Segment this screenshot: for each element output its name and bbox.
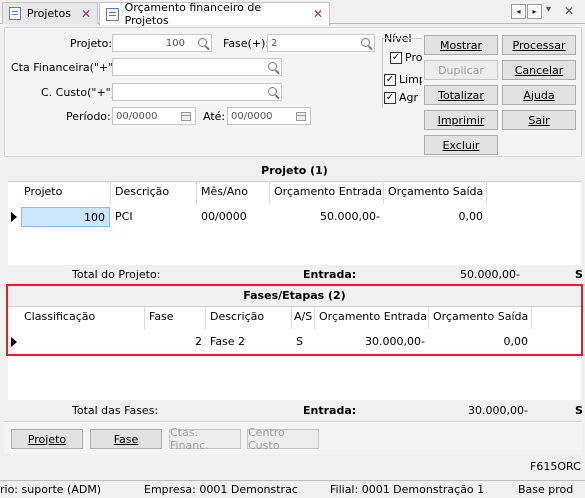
fases-trailing-label: S <box>575 404 583 417</box>
status-usuario: rio: suporte (ADM) <box>0 483 102 496</box>
periodo-value: 00/0000 <box>116 110 158 122</box>
tab-label: Projetos <box>26 7 71 20</box>
column-header[interactable]: Orçamento Entrada <box>270 182 384 204</box>
tab-prev-button[interactable]: ◂ <box>511 4 526 19</box>
periodo-input[interactable]: 00/0000 <box>112 107 196 125</box>
fase-input[interactable]: 2 <box>267 34 375 52</box>
tab-next-button[interactable]: ▸ <box>527 4 542 19</box>
centro-custo-input[interactable] <box>112 83 282 101</box>
status-bar: rio: suporte (ADM) Empresa: 0001 Demonst… <box>0 480 585 498</box>
agr-label: Agr <box>399 91 419 104</box>
limp-label: Limp <box>399 73 422 86</box>
column-header[interactable]: Orçamento Entrada <box>315 307 429 329</box>
column-header[interactable]: Mês/Ano <box>197 182 270 204</box>
descricao-cell[interactable]: PCI <box>111 207 197 227</box>
calendar-icon[interactable] <box>296 112 306 121</box>
classificacao-cell[interactable] <box>20 332 145 352</box>
column-header[interactable]: Classificação <box>20 307 145 329</box>
tab-projetos[interactable]: Projetos ✕ <box>2 2 98 24</box>
tab-label: Orçamento financeiro de Projetos <box>124 1 262 27</box>
cancelar-button[interactable]: Cancelar <box>502 60 576 80</box>
search-icon[interactable] <box>198 38 207 47</box>
projeto-trailing-label: S <box>575 268 583 281</box>
cta-financeira-input[interactable] <box>112 58 282 76</box>
search-icon[interactable] <box>268 87 277 96</box>
mostrar-button[interactable]: Mostrar <box>424 35 498 55</box>
status-empresa: Empresa: 0001 Demonstrac <box>144 483 298 496</box>
mes-ano-cell[interactable]: 00/0000 <box>197 207 270 227</box>
column-header[interactable]: Projeto <box>20 182 111 204</box>
pro-checkbox[interactable]: ✓ <box>390 52 402 64</box>
ajuda-button[interactable]: Ajuda <box>502 85 576 105</box>
check-options: ✓ Limp ✓ Agr <box>382 72 422 112</box>
descricao-cell[interactable]: Fase 2 <box>206 332 292 352</box>
status-base: Base prod <box>518 483 574 496</box>
entrada-cell[interactable]: 50.000,00- <box>270 207 384 227</box>
pro-label: Pro <box>405 51 422 64</box>
column-header[interactable]: Orçamento Saída <box>429 307 532 329</box>
close-icon[interactable]: ✕ <box>81 7 91 21</box>
imprimir-button[interactable]: Imprimir <box>424 110 498 130</box>
centro-custo-label: C. Custo("+"): <box>41 86 119 99</box>
fases-grid[interactable]: Classificação Fase Descrição A/S Orçamen… <box>8 306 581 400</box>
limp-checkbox[interactable]: ✓ <box>384 74 396 86</box>
fase-value: 2 <box>271 37 278 49</box>
periodo-label: Período: <box>66 110 111 123</box>
projeto-button[interactable]: Projeto <box>11 429 83 449</box>
processar-button[interactable]: Processar <box>502 35 576 55</box>
totalizar-button[interactable]: Totalizar <box>424 85 498 105</box>
search-icon[interactable] <box>361 38 370 47</box>
tab-strip: Projetos ✕ Orçamento financeiro de Proje… <box>0 0 585 27</box>
column-header[interactable]: A/S <box>292 307 315 329</box>
search-icon[interactable] <box>268 62 277 71</box>
status-filial: Filial: 0001 Demonstração 1 <box>330 483 485 496</box>
projeto-grid[interactable]: Projeto Descrição Mês/Ano Orçamento Entr… <box>8 181 581 265</box>
total-fases-label: Total das Fases: <box>72 404 159 417</box>
agr-checkbox[interactable]: ✓ <box>384 92 396 104</box>
tab-close-all-button[interactable]: ✕ <box>564 4 574 18</box>
projeto-label: Projeto: <box>70 37 113 50</box>
fases-entrada-label: Entrada: <box>303 404 357 417</box>
projeto-input[interactable]: 100 <box>112 34 212 52</box>
ate-input[interactable]: 00/0000 <box>227 107 311 125</box>
fases-entrada-total: 30.000,00- <box>468 404 528 417</box>
entrada-cell[interactable]: 30.000,00- <box>315 332 429 352</box>
column-header[interactable]: Orçamento Saída <box>384 182 487 204</box>
form-icon <box>9 7 21 20</box>
centro-custo-button[interactable]: Centro Custo <box>247 426 319 452</box>
saida-cell[interactable]: 0,00 <box>429 332 532 352</box>
tab-menu-button[interactable]: ▾ <box>546 4 551 15</box>
projeto-value: 100 <box>165 37 185 49</box>
column-header[interactable]: Descrição <box>206 307 292 329</box>
calendar-icon[interactable] <box>181 112 191 121</box>
row-pointer-icon <box>11 212 17 222</box>
saida-cell[interactable]: 0,00 <box>384 207 487 227</box>
form-icon <box>106 7 119 21</box>
projeto-entrada-total: 50.000,00- <box>460 268 520 281</box>
ate-value: 00/0000 <box>231 110 273 122</box>
ate-label: Até: <box>203 110 226 123</box>
tab-orcamento-financeiro[interactable]: Orçamento financeiro de Projetos ✕ <box>99 1 330 27</box>
projeto-entrada-label: Entrada: <box>303 268 357 281</box>
fase-button[interactable]: Fase <box>90 429 162 449</box>
duplicar-button[interactable]: Duplicar <box>424 60 498 80</box>
projeto-grid-title: Projeto (1) <box>8 161 581 179</box>
ctas-financ-button[interactable]: Ctas. Financ. <box>169 426 241 452</box>
fase-cell[interactable]: 2 <box>145 332 206 352</box>
column-header[interactable]: Fase <box>145 307 206 329</box>
close-icon[interactable]: ✕ <box>313 7 323 21</box>
total-projeto-label: Total do Projeto: <box>72 268 161 281</box>
screen-code: F615ORC <box>530 460 581 473</box>
row-pointer-icon <box>11 337 17 347</box>
fase-label: Fase(+): <box>223 37 270 50</box>
fases-grid-title: Fases/Etapas (2) <box>8 286 581 304</box>
sair-button[interactable]: Sair <box>502 110 576 130</box>
as-cell[interactable]: S <box>292 332 315 352</box>
column-header[interactable]: Descrição <box>111 182 197 204</box>
cta-financeira-label: Cta Financeira("+"): <box>11 61 122 74</box>
projeto-cell[interactable]: 100 <box>21 207 110 227</box>
excluir-button[interactable]: Excluir <box>424 135 498 155</box>
